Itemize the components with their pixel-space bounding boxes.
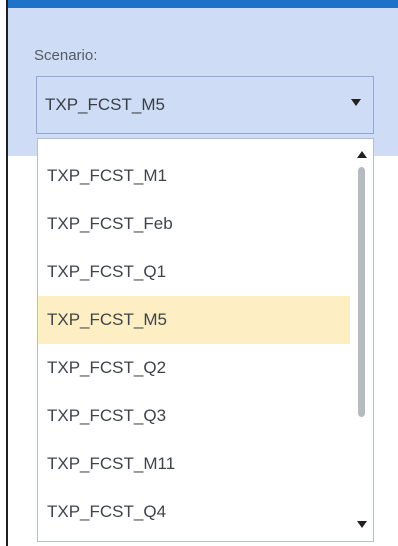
scrollbar-thumb[interactable]: [358, 167, 365, 417]
scenario-select[interactable]: TXP_FCST_M5: [36, 76, 374, 134]
option-txp-fcst-feb[interactable]: TXP_FCST_Feb: [38, 200, 350, 248]
option-txp-fcst-m11[interactable]: TXP_FCST_M11: [38, 440, 350, 488]
scroll-down-arrow-icon[interactable]: [357, 521, 367, 528]
scenario-label: Scenario:: [34, 47, 98, 64]
scenario-select-value: TXP_FCST_M5: [45, 95, 165, 114]
top-accent-bar: [8, 0, 398, 8]
option-txp-fcst-m1[interactable]: TXP_FCST_M1: [38, 152, 350, 200]
option-txp-fcst-q3[interactable]: TXP_FCST_Q3: [38, 392, 350, 440]
dropdown-scrollbar[interactable]: [351, 139, 373, 541]
option-txp-fcst-q1[interactable]: TXP_FCST_Q1: [38, 248, 350, 296]
scroll-up-arrow-icon[interactable]: [357, 151, 367, 158]
chevron-down-icon[interactable]: [351, 99, 361, 106]
scenario-dropdown-list[interactable]: TXP_FCST_M1 TXP_FCST_Feb TXP_FCST_Q1 TXP…: [37, 138, 374, 542]
options-list: TXP_FCST_M1 TXP_FCST_Feb TXP_FCST_Q1 TXP…: [38, 152, 350, 536]
option-txp-fcst-q4[interactable]: TXP_FCST_Q4: [38, 488, 350, 536]
option-txp-fcst-q2[interactable]: TXP_FCST_Q2: [38, 344, 350, 392]
option-txp-fcst-m5[interactable]: TXP_FCST_M5: [38, 296, 350, 344]
screen: Scenario: TXP_FCST_M5 TXP_FCST_M1 TXP_FC…: [0, 0, 398, 546]
